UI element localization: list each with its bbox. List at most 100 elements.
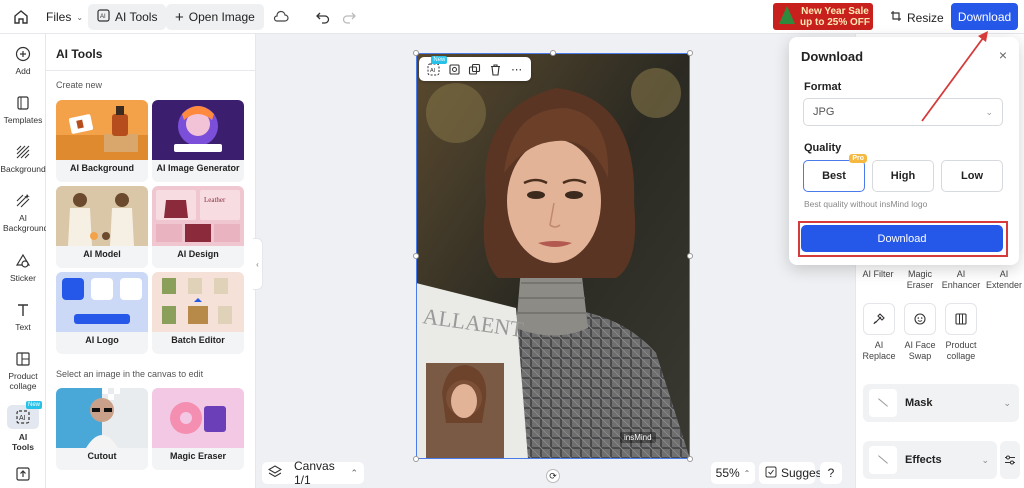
ai-tools-button[interactable]: AI AI Tools [88,4,167,30]
resize-handle[interactable] [550,50,556,56]
divider [46,70,255,71]
rail-label-templates: Templates [3,115,43,125]
tool-ai-filter[interactable]: AI Filter [860,269,896,280]
ai-tools-label: AI Tools [115,10,158,24]
resize-handle[interactable] [687,456,693,462]
resize-handle[interactable] [687,50,693,56]
rail-label-text: Text [15,322,31,332]
rail-item-add[interactable]: Add [0,46,46,76]
ai-tools-icon: AI [97,9,110,25]
collage-icon [955,313,967,325]
promo-banner[interactable]: New Year Sale up to 25% OFF [773,3,873,30]
card-label: AI Design [177,249,219,259]
resize-handle[interactable] [413,456,419,462]
format-label: Format [804,81,842,93]
rail-item-product-collage[interactable]: Product collage [0,351,46,391]
promo-line-2: up to 25% OFF [800,17,870,28]
popup-download-button[interactable]: Download [801,225,1003,252]
tool-product-collage-label: Product collage [945,340,977,361]
chevron-up-icon[interactable]: ⌃ [350,468,358,479]
rail-item-text[interactable]: Text [0,302,46,332]
rotate-icon[interactable]: ⟳ [546,469,560,483]
svg-text:AI: AI [430,68,436,74]
card-batch-editor[interactable]: Batch Editor [152,272,244,354]
svg-text:AI: AI [19,415,26,422]
upload-icon [16,467,30,481]
resize-label: Resize [907,10,944,25]
help-button[interactable]: ? [820,462,842,484]
canvas-pager[interactable]: Canvas 1/1 ⌃ [262,459,364,487]
chevron-up-icon: ⌃ [743,468,751,478]
crop-icon[interactable] [447,62,461,76]
resize-handle[interactable] [687,253,693,259]
tool-ai-face-swap-label: AI Face Swap [904,340,936,361]
sliders-icon [1005,455,1015,465]
ai-tools-panel: AI Tools Create new AI Background AI Ima… [46,34,256,488]
tool-ai-enhancer[interactable]: AI Enhancer [940,269,982,291]
rail-item-templates[interactable]: Templates [0,95,46,125]
rail-item-background[interactable]: Background [0,144,46,174]
quality-label: Quality [804,142,842,154]
card-label: AI Background [69,163,134,173]
card-ai-model[interactable]: AI Model [56,186,148,268]
suggest-button[interactable]: Suggest [759,462,825,484]
watermark: insMind [620,432,656,443]
resize-handle[interactable] [413,253,419,259]
ai-replace-button[interactable] [863,303,895,335]
card-ai-image-generator[interactable]: AI Image Generator [152,100,244,182]
christmas-tree-icon [779,6,795,24]
plus-circle-icon [15,46,31,62]
duplicate-icon[interactable] [468,62,482,76]
popup-title: Download [801,49,864,64]
pro-badge: Pro [849,154,867,163]
rail-item-sticker[interactable]: Sticker [0,253,46,283]
text-icon [18,304,28,316]
quality-best-label: Best [822,170,846,182]
card-ai-background[interactable]: AI Background [56,100,148,182]
rail-item-ai-background[interactable]: AI Background [0,193,48,233]
resize-button[interactable]: Resize [890,10,944,25]
portrait-photo: ALLAENT [416,53,690,459]
effects-section[interactable]: Effects ⌄ [863,441,997,479]
quality-best-button[interactable]: Best Pro [803,154,867,192]
floating-toolbar: AI New ⋯ [419,56,531,81]
effects-settings-button[interactable] [1000,441,1020,479]
tool-ai-replace-label: AI Replace [862,340,896,361]
redo-icon[interactable] [338,6,360,28]
tool-magic-eraser[interactable]: Magic Eraser [902,269,938,291]
home-icon[interactable] [10,6,32,28]
rail-label-add: Add [15,66,31,76]
ai-edit-icon[interactable]: AI New [426,56,448,76]
canvas-image[interactable]: ALLAENT [416,53,690,459]
cloud-icon[interactable] [270,6,292,28]
more-icon[interactable]: ⋯ [510,62,524,76]
card-label: Magic Eraser [169,451,227,461]
suggest-icon [765,466,777,481]
download-button[interactable]: Download [951,3,1018,30]
sticker-icon [15,253,31,268]
rail-item-upload[interactable] [0,466,46,486]
rail-item-ai-tools[interactable]: AI New AI Tools [0,401,46,452]
tool-ai-extender[interactable]: AI Extender [984,269,1024,291]
files-menu[interactable]: Files ⌄ [46,10,83,24]
product-collage-button[interactable] [945,303,977,335]
format-select[interactable]: JPG ⌄ [803,98,1003,126]
open-image-button[interactable]: + Open Image [166,4,264,30]
collapse-panel-tab[interactable]: ‹ [253,238,263,290]
trash-icon[interactable] [489,62,503,76]
resize-handle[interactable] [413,50,419,56]
undo-icon[interactable] [312,6,334,28]
chevron-down-icon: ⌄ [985,106,993,117]
templates-icon [17,96,29,110]
mask-section[interactable]: Mask ⌄ [863,384,1019,422]
quality-high-button[interactable]: High [872,160,934,192]
ai-face-swap-button[interactable] [904,303,936,335]
layers-icon[interactable] [267,464,283,482]
zoom-control[interactable]: 55% ⌃ [711,462,755,484]
card-cutout[interactable]: Cutout [56,388,148,470]
close-icon[interactable]: × [999,47,1007,63]
card-ai-logo[interactable]: AI Logo [56,272,148,354]
card-ai-design[interactable]: Leather AI Design [152,186,244,268]
quality-low-button[interactable]: Low [941,160,1003,192]
card-magic-eraser[interactable]: Magic Eraser [152,388,244,470]
